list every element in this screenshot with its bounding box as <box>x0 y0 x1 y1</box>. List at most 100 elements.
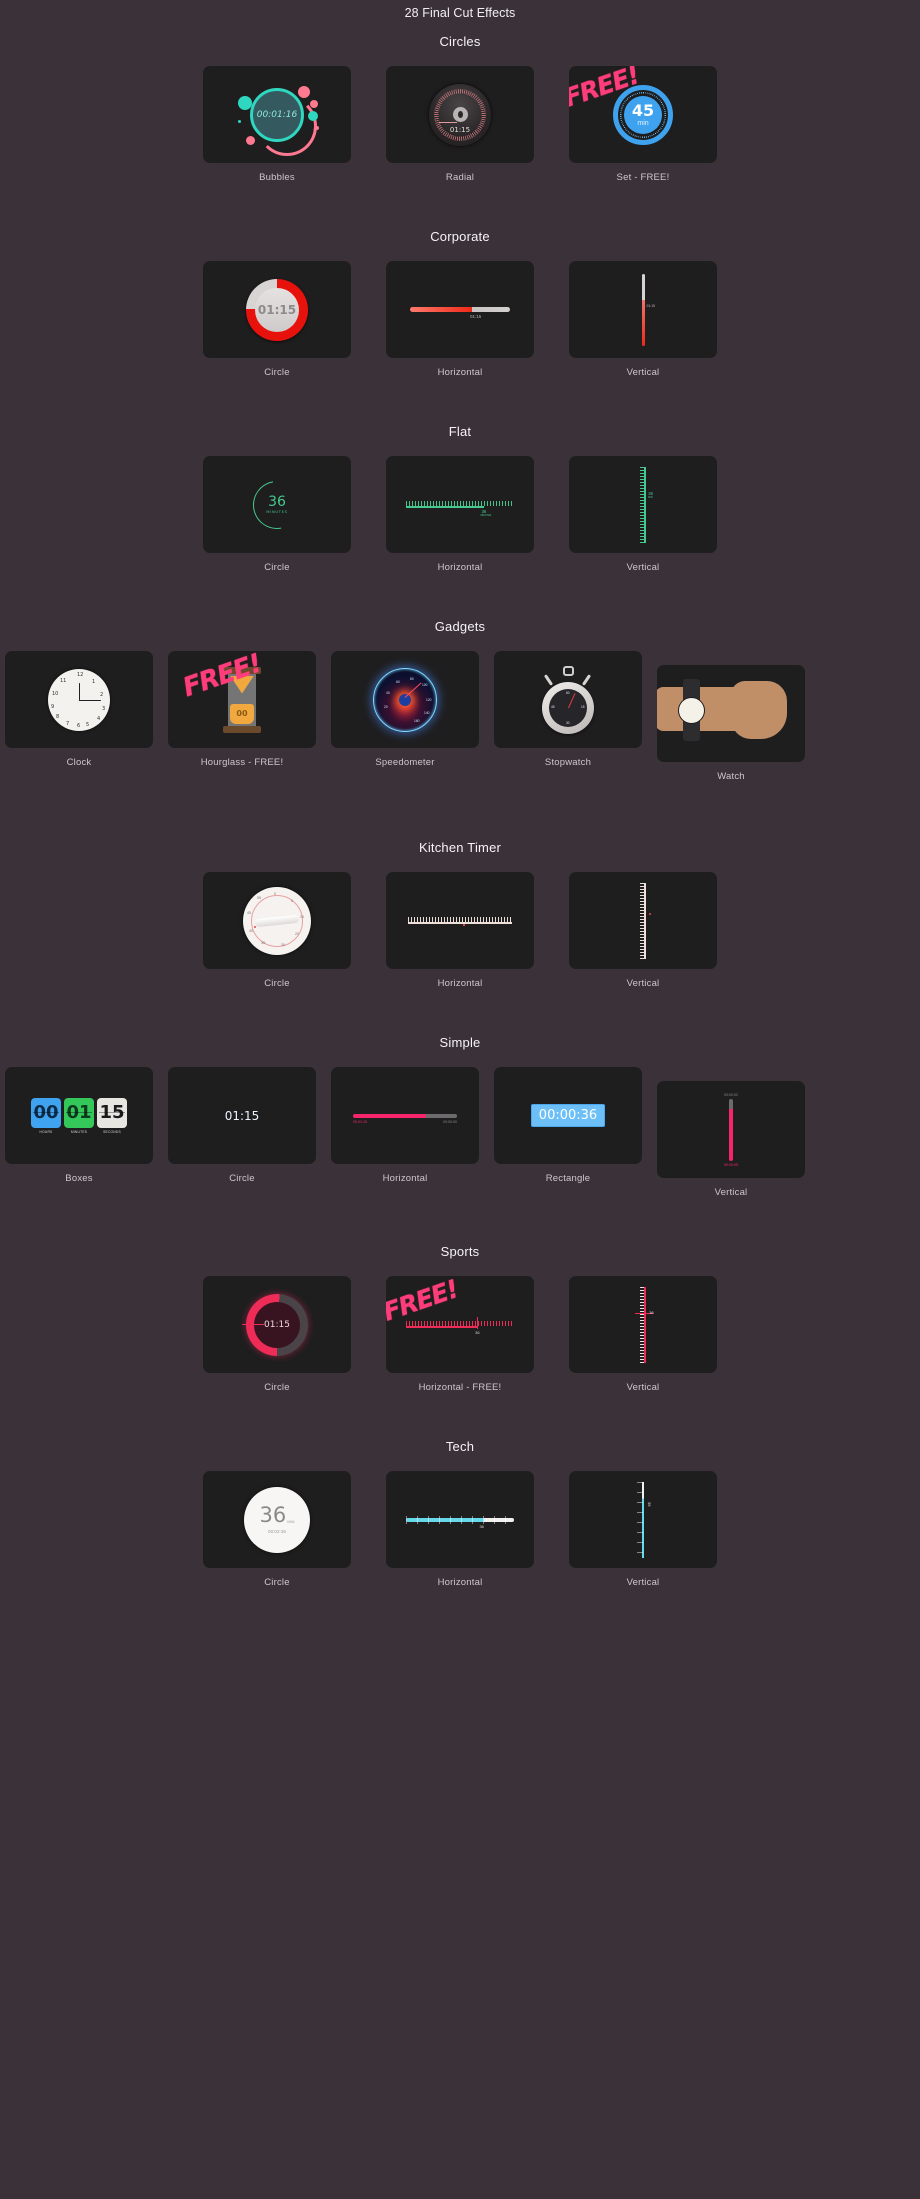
caption-tech-circle: Circle <box>264 1577 290 1588</box>
effect-card-bubbles[interactable]: 00:01:16 Bubbles <box>203 66 351 183</box>
section-title-flat: Flat <box>448 424 472 439</box>
preview-watch[interactable] <box>657 665 805 762</box>
effect-card-flat-circle[interactable]: 36 MINUTES Circle <box>203 456 351 573</box>
effect-card-corporate-vertical[interactable]: 01:15 Vertical <box>569 261 717 378</box>
clock-face: 12 1 2 3 4 5 6 7 8 9 10 11 <box>48 668 110 731</box>
caption-simple-horizontal: Horizontal <box>382 1173 428 1184</box>
simple-circle-timecode: 01:15 <box>224 1108 260 1123</box>
effect-card-corporate-circle[interactable]: 01:15 Circle <box>203 261 351 378</box>
caption-bubbles: Bubbles <box>259 172 295 183</box>
sports-needle <box>242 1323 264 1325</box>
caption-simple-rectangle: Rectangle <box>545 1173 591 1184</box>
effects-gallery-page: 28 Final Cut Effects Circles 00:01:16 Bu… <box>0 0 920 1648</box>
flat-h-unit: MINUTES <box>480 514 492 518</box>
preview-radial[interactable]: 01:15 <box>386 66 534 163</box>
effect-card-clock[interactable]: 12 1 2 3 4 5 6 7 8 9 10 11 Clock <box>5 651 153 782</box>
effect-card-sports-horizontal[interactable]: FREE! 36 Horizontal - FREE! <box>386 1276 534 1393</box>
effect-card-radial[interactable]: 01:15 Radial <box>386 66 534 183</box>
sports-ring: 01:15 <box>242 1293 308 1356</box>
preview-flat-vertical[interactable]: 36 MIN <box>569 456 717 553</box>
section-gadgets: Gadgets 12 1 2 3 4 5 6 7 8 9 10 11 Clock… <box>0 573 920 782</box>
caption-corporate-horizontal: Horizontal <box>437 367 483 378</box>
stopwatch-graphic: 60 15 30 45 <box>539 665 597 734</box>
sports-h-value: 36 <box>475 1330 480 1336</box>
section-sports: Sports 01:15 Circle FREE! 36 Horizontal … <box>0 1198 920 1393</box>
section-title-corporate: Corporate <box>430 229 490 244</box>
section-title-tech: Tech <box>445 1439 475 1454</box>
corporate-timecode: 01:15 <box>257 302 297 317</box>
preview-set[interactable]: FREE! 45 min <box>569 66 717 163</box>
flip-minutes-value: 01 <box>64 1097 94 1128</box>
set-inner: 45 min <box>624 95 662 134</box>
preview-corporate-horizontal[interactable]: 01:15 <box>386 261 534 358</box>
caption-flat-vertical: Vertical <box>626 562 660 573</box>
section-tech: Tech 36 MIN 00:02:36 Circle 36 Horizonta… <box>0 1393 920 1588</box>
flip-hours-label: HOURS <box>39 1129 53 1134</box>
effect-card-kitchen-horizontal[interactable]: Horizontal <box>386 872 534 989</box>
effect-card-kitchen-vertical[interactable]: Vertical <box>569 872 717 989</box>
effect-card-simple-vertical[interactable]: 00:00:02 00:00:05 Vertical <box>657 1081 805 1198</box>
effect-card-kitchen-circle[interactable]: 0 5 10 20 30 35 40 45 55 Circle <box>203 872 351 989</box>
preview-simple-circle[interactable]: 01:15 <box>168 1067 316 1164</box>
effect-card-simple-circle[interactable]: 01:15 Circle <box>168 1067 316 1198</box>
effect-card-sports-vertical[interactable]: 36 Vertical <box>569 1276 717 1393</box>
effect-card-set[interactable]: FREE! 45 min Set - FREE! <box>569 66 717 183</box>
tech-v-value: 36 <box>647 1501 652 1506</box>
preview-corporate-circle[interactable]: 01:15 <box>203 261 351 358</box>
corporate-bar: 01:15 <box>410 307 510 319</box>
effect-card-simple-boxes[interactable]: 00 HOURS 01 MINUTES 15 SECONDS Boxes <box>5 1067 153 1198</box>
caption-flat-circle: Circle <box>264 562 290 573</box>
page-title: 28 Final Cut Effects <box>404 6 516 20</box>
section-corporate: Corporate 01:15 Circle 01:15 Horizontal … <box>0 183 920 378</box>
preview-speedometer[interactable]: 20 40 60 80 100 120 140 160 <box>331 651 479 748</box>
section-title-sports: Sports <box>440 1244 480 1259</box>
preview-hourglass[interactable]: FREE! 00 <box>168 651 316 748</box>
flip-minutes-label: MINUTES <box>70 1129 88 1134</box>
sports-timecode: 01:15 <box>264 1319 290 1330</box>
preview-flat-circle[interactable]: 36 MINUTES <box>203 456 351 553</box>
effect-card-corporate-horizontal[interactable]: 01:15 Horizontal <box>386 261 534 378</box>
effect-card-simple-horizontal[interactable]: 00:01:15 00:00:00 Horizontal <box>331 1067 479 1198</box>
caption-simple-boxes: Boxes <box>65 1173 93 1184</box>
flat-v-unit: MIN <box>648 495 653 499</box>
preview-corporate-vertical[interactable]: 01:15 <box>569 261 717 358</box>
flip-hours-value: 00 <box>31 1097 61 1128</box>
caption-corporate-circle: Circle <box>264 367 290 378</box>
hourglass-value: 00 <box>236 709 248 718</box>
effect-card-tech-horizontal[interactable]: 36 Horizontal <box>386 1471 534 1588</box>
tech-timecode: 00:02:36 <box>268 1529 286 1534</box>
preview-sports-horizontal[interactable]: FREE! 36 <box>386 1276 534 1373</box>
preview-flat-horizontal[interactable]: 36 MINUTES <box>386 456 534 553</box>
preview-kitchen-circle[interactable]: 0 5 10 20 30 35 40 45 55 <box>203 872 351 969</box>
effect-card-sports-circle[interactable]: 01:15 Circle <box>203 1276 351 1393</box>
preview-tech-circle[interactable]: 36 MIN 00:02:36 <box>203 1471 351 1568</box>
preview-clock[interactable]: 12 1 2 3 4 5 6 7 8 9 10 11 <box>5 651 153 748</box>
caption-kitchen-horizontal: Horizontal <box>437 978 483 989</box>
effect-card-stopwatch[interactable]: 60 15 30 45 Stopwatch <box>494 651 642 782</box>
preview-simple-rectangle[interactable]: 00:00:36 <box>494 1067 642 1164</box>
effect-card-simple-rectangle[interactable]: 00:00:36 Rectangle <box>494 1067 642 1198</box>
caption-flat-horizontal: Horizontal <box>437 562 483 573</box>
effect-card-flat-vertical[interactable]: 36 MIN Vertical <box>569 456 717 573</box>
caption-radial: Radial <box>445 172 475 183</box>
effect-card-flat-horizontal[interactable]: 36 MINUTES Horizontal <box>386 456 534 573</box>
preview-stopwatch[interactable]: 60 15 30 45 <box>494 651 642 748</box>
preview-simple-horizontal[interactable]: 00:01:15 00:00:00 <box>331 1067 479 1164</box>
preview-kitchen-horizontal[interactable] <box>386 872 534 969</box>
flip-box-minutes: 01 MINUTES <box>64 1097 94 1134</box>
radial-dial: 01:15 <box>429 83 491 146</box>
preview-tech-horizontal[interactable]: 36 <box>386 1471 534 1568</box>
effect-card-watch[interactable]: Watch <box>657 665 805 782</box>
preview-tech-vertical[interactable]: 36 <box>569 1471 717 1568</box>
preview-sports-vertical[interactable]: 36 <box>569 1276 717 1373</box>
effect-card-speedometer[interactable]: 20 40 60 80 100 120 140 160 Speedometer <box>331 651 479 782</box>
radial-hub <box>452 107 468 122</box>
effect-card-tech-vertical[interactable]: 36 Vertical <box>569 1471 717 1588</box>
effect-card-tech-circle[interactable]: 36 MIN 00:02:36 Circle <box>203 1471 351 1588</box>
preview-simple-vertical[interactable]: 00:00:02 00:00:05 <box>657 1081 805 1178</box>
preview-simple-boxes[interactable]: 00 HOURS 01 MINUTES 15 SECONDS <box>5 1067 153 1164</box>
preview-kitchen-vertical[interactable] <box>569 872 717 969</box>
preview-sports-circle[interactable]: 01:15 <box>203 1276 351 1373</box>
preview-bubbles[interactable]: 00:01:16 <box>203 66 351 163</box>
effect-card-hourglass[interactable]: FREE! 00 Hourglass - FREE! <box>168 651 316 782</box>
